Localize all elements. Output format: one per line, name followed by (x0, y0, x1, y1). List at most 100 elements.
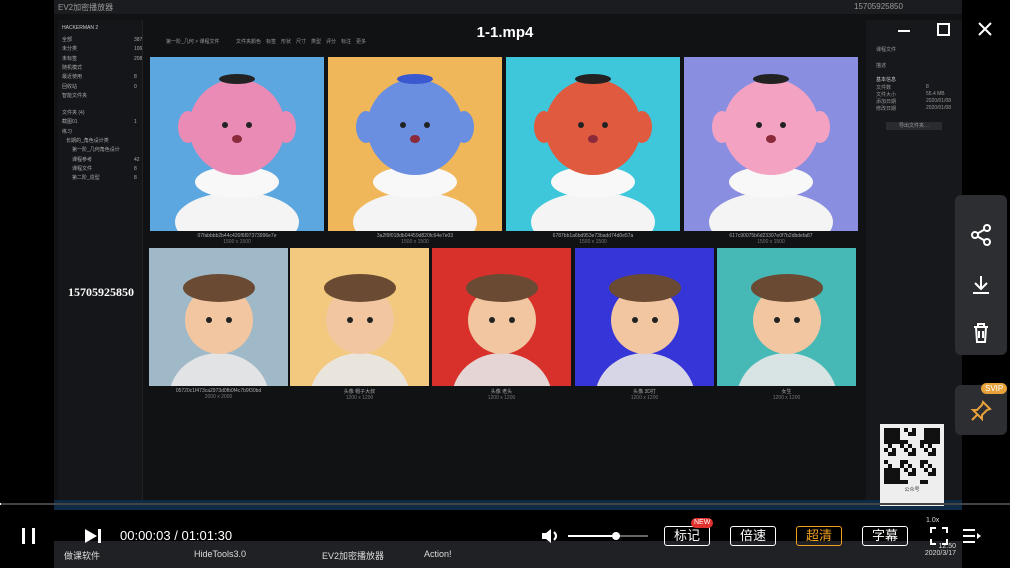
recorded-thumbnail-size: 2000 x 2000 (204, 394, 233, 400)
recorded-thumbnail-size: 1200 x 1200 (772, 395, 801, 401)
recorded-thumbnail-caption: 头像 帽子大叔 1200 x 1200 (290, 388, 429, 401)
recorded-left-item: 练习 (62, 128, 72, 137)
share-icon (971, 224, 991, 246)
recorded-left-item: 未标签 208 (62, 55, 142, 64)
recorded-info-value: 8 (926, 84, 929, 90)
recorded-filter-item: 标签 (266, 39, 277, 45)
trash-icon (974, 323, 988, 343)
volume-button[interactable] (540, 526, 562, 551)
playlist-icon (963, 529, 981, 543)
recorded-filter-item: 尺寸 (296, 39, 307, 45)
video-title: 1-1.mp4 (476, 24, 534, 41)
new-badge: NEW (691, 518, 714, 528)
delete-button[interactable] (969, 321, 993, 350)
recorded-left-item-label: 课程参考 (72, 156, 93, 163)
recorded-filter-item: 类型 (311, 39, 322, 45)
recorded-left-item: 全部 387 (62, 36, 142, 45)
recorded-filter-item: 评分 (326, 39, 337, 45)
recorded-left-item-label: 课程文件 (72, 165, 93, 172)
volume-fill (568, 535, 616, 537)
recorded-info-value: 2020/01/08 (926, 98, 952, 104)
close-icon (978, 22, 992, 36)
recorded-left-item: 第一阶_几何角色设计 (62, 146, 120, 155)
recorded-thumbnail-name: 头像 帽子大叔 (343, 389, 376, 395)
next-button[interactable] (82, 526, 104, 551)
recorded-thumbnail (328, 57, 502, 231)
recorded-left-item: 课程文件 8 (62, 165, 137, 174)
recorded-thumbnail-size: 1200 x 1200 (487, 395, 516, 401)
next-icon (85, 529, 101, 543)
recorded-left-item-label: 长期的_角色设计类 (66, 138, 109, 144)
recorded-left-item: 未分类 106 (62, 45, 142, 54)
recorded-breadcrumb: 第一阶_几何 > 课程文件 (166, 39, 220, 45)
pause-button[interactable] (20, 526, 38, 551)
recorded-thumbnail-caption: 07fabbbb2b44c426f6f97373996e7e 1500 x 150… (150, 233, 324, 245)
recorded-left-item-count: 0 (134, 83, 137, 90)
volume-slider[interactable] (568, 532, 648, 540)
recorded-left-item-label: 回收站 (62, 83, 78, 90)
quality-button[interactable]: 超清 (796, 526, 842, 546)
recorded-window-title-right: 15705925850 (854, 2, 903, 11)
side-action-panel (955, 195, 1007, 355)
recorded-left-item: 长期的_角色设计类 (62, 137, 109, 146)
qr-code-image (884, 428, 940, 484)
recorded-info-title: 基本信息 (876, 77, 897, 83)
recorded-filter-item: 文件夹 (236, 39, 252, 45)
recorded-left-item: 文件夹 (4) (62, 109, 85, 118)
recorded-info-value: 2020/01/08 (926, 105, 952, 111)
recorded-window-title: EV2加密播放器 (58, 3, 114, 12)
recorded-thumbnail-size: 1200 x 1200 (345, 395, 374, 401)
maximize-icon (937, 23, 950, 36)
recorded-left-item-count: 42 (134, 156, 140, 163)
playlist-button[interactable] (962, 527, 982, 550)
recorded-filter-item: 标注 (341, 39, 352, 45)
recorded-thumbnail (290, 248, 429, 386)
recorded-thumbnail (150, 57, 324, 231)
recorded-left-item-label: 截图01 (62, 119, 78, 126)
minimize-button[interactable] (896, 22, 912, 36)
recorded-thumbnail-caption: 6787bb1a6bd953e73badd74d0e57a 1500 x 1500 (506, 233, 680, 245)
pin-icon (970, 400, 992, 422)
recorded-left-panel: HACKERMAN 2 全部 387 未分类 106 未标签 208 随机模式 最近使用 8 回收… (58, 20, 143, 500)
recorded-left-item: 智能文件夹 (62, 92, 87, 101)
recorded-left-item: 课程参考 42 (62, 156, 140, 165)
pause-icon (22, 528, 35, 544)
fullscreen-button[interactable] (930, 527, 948, 550)
progress-bar[interactable] (0, 503, 1010, 505)
recorded-left-item: 第二阶_造型 8 (62, 174, 137, 183)
recorded-left-item-label: 最近使用 (62, 74, 83, 81)
recorded-thumbnail-caption: 女生 1200 x 1200 (717, 388, 856, 401)
recorded-thumbnail (684, 57, 858, 231)
recorded-left-item-label: 随机模式 (62, 64, 83, 71)
recorded-left-item-count: 1 (134, 119, 137, 126)
recorded-left-item: 随机模式 (62, 64, 82, 73)
qr-code-card: 公众号 (880, 424, 944, 506)
mark-button[interactable]: 标记 NEW (664, 518, 714, 546)
time-display: 00:00:03 / 01:01:30 (120, 528, 233, 543)
watermark-text: 15705925850 (68, 285, 134, 299)
subtitle-button[interactable]: 字幕 (862, 526, 908, 546)
pin-button[interactable]: SVIP (955, 383, 1008, 435)
maximize-button[interactable] (936, 22, 950, 36)
recorded-thumbnail-caption: 617c90075b6d23307e0f7b2dbdefa87 1500 x 15… (684, 233, 858, 245)
volume-knob[interactable] (612, 532, 620, 540)
recorded-left-item-label: 全部 (62, 37, 73, 43)
recorded-left-item-count: 387 (134, 37, 143, 43)
recorded-left-item-label: 未标签 (62, 55, 78, 62)
close-button[interactable] (976, 20, 994, 38)
share-button[interactable] (969, 223, 993, 252)
recorded-filter-item: 形状 (281, 39, 292, 45)
download-icon (973, 276, 989, 294)
recorded-thumbnail-name: 头像 老头 (490, 389, 513, 395)
recorded-thumbnail-size: 1500 x 1500 (401, 239, 429, 245)
speed-button[interactable]: 倍速 (730, 526, 776, 546)
recorded-export-button: 导出文件夹… (886, 122, 942, 130)
recorded-video-frame: EV2加密播放器 15705925850 HACKERMAN 2 全部 387 未分… (54, 0, 962, 510)
recorded-filter-item: 颜色 (251, 39, 262, 45)
recorded-taskbar (54, 500, 962, 510)
minimize-icon (898, 30, 910, 32)
recorded-thumbnail-size: 1500 x 1500 (223, 239, 251, 245)
time-total: 01:01:30 (181, 528, 233, 543)
download-button[interactable] (969, 273, 993, 302)
recorded-left-item-count: 208 (134, 55, 143, 62)
